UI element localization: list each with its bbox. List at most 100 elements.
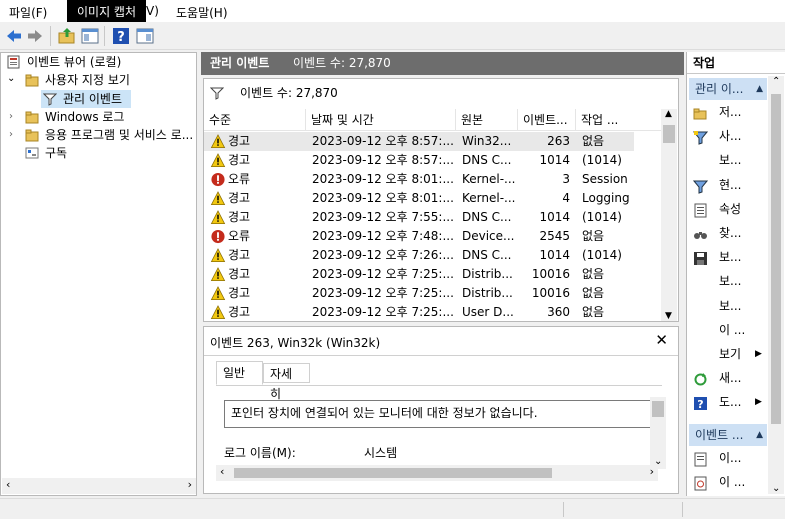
status-bar	[0, 498, 785, 519]
action-item-label: 저...	[719, 105, 742, 119]
event-list-vertical-scrollbar[interactable]: ▲ ▼	[661, 109, 677, 321]
column-headers: 수준 날짜 및 시간 원본 이벤트... 작업 ...	[204, 109, 662, 131]
actions-section-admin-events[interactable]: 관리 이... ▲	[689, 78, 767, 100]
log-name-value: 시스템	[364, 446, 398, 460]
column-header-datetime[interactable]: 날짜 및 시간	[306, 109, 456, 131]
action-item[interactable]: 이 ...	[689, 318, 769, 342]
scroll-thumb[interactable]	[234, 468, 552, 478]
actions-vertical-scrollbar[interactable]: ⌃ ⌄	[768, 76, 784, 494]
table-row[interactable]: 경고 2023-09-12 오후 7:25:... Distrib... 10016 없…	[204, 284, 634, 303]
svg-text:?: ?	[697, 398, 703, 411]
table-row[interactable]: 경고 2023-09-12 오후 8:01:... Kernel-... 4 Loggi…	[204, 189, 634, 208]
chevron-down-icon[interactable]: ⌄	[7, 70, 15, 88]
table-row[interactable]: 오류 2023-09-12 오후 8:01:... Kernel-... 3 Sessi…	[204, 170, 634, 189]
chevron-right-icon[interactable]: ›	[9, 126, 13, 144]
scroll-left-icon[interactable]: ‹	[220, 465, 224, 478]
action-item[interactable]: ? 도... ▶	[689, 390, 769, 414]
scroll-right-icon[interactable]: ›	[650, 465, 654, 478]
menu-file[interactable]: 파일(F)	[9, 4, 47, 21]
actions-section-event[interactable]: 이벤트 ... ▲	[689, 424, 767, 446]
scroll-down-icon[interactable]: ▼	[665, 311, 672, 321]
action-item-label: 보...	[719, 274, 742, 289]
detail-horizontal-scrollbar[interactable]: ‹ ›	[216, 465, 658, 481]
scroll-right-icon[interactable]: ›	[188, 478, 192, 491]
scroll-thumb[interactable]	[771, 94, 781, 424]
submenu-arrow-icon[interactable]: ▶	[755, 342, 762, 366]
show-hide-action-icon[interactable]	[136, 27, 154, 45]
cell-datetime: 2023-09-12 오후 7:25:...	[312, 286, 454, 300]
cell-event-id: 10016	[531, 267, 570, 281]
table-row[interactable]: 경고 2023-09-12 오후 8:57:... Win32... 263 없음	[204, 132, 634, 151]
cell-source: Kernel-...	[462, 172, 516, 186]
action-item[interactable]: 보기 ▶	[689, 342, 769, 366]
table-row[interactable]: 경고 2023-09-12 오후 7:25:... User D... 360 없음	[204, 303, 634, 322]
cell-level: 경고	[228, 210, 251, 224]
action-item[interactable]: 새...	[689, 366, 769, 390]
scroll-thumb[interactable]	[663, 125, 675, 143]
scroll-up-icon[interactable]: ▲	[665, 109, 672, 119]
action-item-label: 사...	[719, 129, 742, 144]
warning-icon	[210, 210, 226, 224]
menu-help[interactable]: 도움말(H)	[176, 4, 228, 21]
tab-general[interactable]: 일반	[216, 361, 263, 385]
action-item[interactable]: 이...	[689, 446, 769, 470]
action-item-label: 새...	[719, 371, 742, 386]
action-item-label: 보...	[719, 250, 742, 265]
cell-datetime: 2023-09-12 오후 7:25:...	[312, 267, 454, 281]
collapse-icon[interactable]: ▲	[756, 78, 763, 100]
tree-item-admin-events[interactable]: 관리 이벤트	[41, 90, 131, 108]
submenu-arrow-icon[interactable]: ▶	[755, 390, 762, 414]
action-item-label: 이...	[719, 451, 742, 465]
close-icon[interactable]: ✕	[655, 331, 668, 349]
scroll-thumb[interactable]	[652, 401, 664, 417]
action-item-label: 찾...	[719, 226, 742, 240]
menu-view[interactable]: V)	[146, 4, 159, 18]
action-item[interactable]: 사...	[689, 124, 769, 148]
table-row[interactable]: 오류 2023-09-12 오후 7:48:... Device... 2545 없음	[204, 227, 634, 246]
cell-event-id: 1014	[539, 210, 570, 224]
svg-text:?: ?	[117, 30, 125, 45]
action-item[interactable]: 보...	[689, 148, 769, 172]
chevron-right-icon[interactable]: ›	[9, 108, 13, 126]
action-item[interactable]: 현...	[689, 173, 769, 197]
properties-icon	[693, 202, 708, 218]
tree-horizontal-scrollbar[interactable]: ‹ ›	[2, 478, 196, 494]
table-row[interactable]: 경고 2023-09-12 오후 7:26:... DNS C... 1014 (101…	[204, 246, 634, 265]
scroll-down-icon[interactable]: ⌄	[772, 483, 780, 494]
column-header-source[interactable]: 원본	[456, 109, 518, 131]
event-properties-icon	[693, 451, 708, 467]
forward-icon[interactable]	[26, 27, 44, 45]
scroll-left-icon[interactable]: ‹	[6, 478, 10, 491]
table-row[interactable]: 경고 2023-09-12 오후 7:25:... Distrib... 10016 없…	[204, 265, 634, 284]
cell-source: DNS C...	[462, 153, 512, 167]
cell-event-id: 2545	[539, 229, 570, 243]
help-icon[interactable]: ?	[112, 27, 130, 45]
action-item[interactable]: 보...	[689, 269, 769, 293]
action-item[interactable]: 찾...	[689, 221, 769, 245]
actions-header: 작업	[687, 52, 785, 74]
scroll-up-icon[interactable]: ⌃	[772, 76, 780, 87]
action-item[interactable]: 속성	[689, 197, 769, 221]
action-item[interactable]: 이 ...	[689, 470, 769, 494]
detail-vertical-scrollbar[interactable]: ⌄	[650, 397, 666, 469]
column-header-level[interactable]: 수준	[204, 109, 306, 131]
cell-source: User D...	[462, 305, 514, 319]
table-row[interactable]: 경고 2023-09-12 오후 8:57:... DNS C... 1014 (101…	[204, 151, 634, 170]
table-row[interactable]: 경고 2023-09-12 오후 7:55:... DNS C... 1014 (101…	[204, 208, 634, 227]
cell-level: 오류	[228, 172, 251, 186]
show-hide-tree-icon[interactable]	[81, 27, 99, 45]
action-item[interactable]: 저...	[689, 100, 769, 124]
action-item[interactable]: 보...	[689, 294, 769, 318]
tab-detail[interactable]: 자세히	[263, 363, 310, 401]
actions-pane: 작업 관리 이... ▲ 저... 사... 보... 현... 속성 찾... 보... 보…	[686, 52, 785, 496]
cell-level: 경고	[228, 153, 251, 167]
action-item[interactable]: 보...	[689, 245, 769, 269]
open-folder-icon	[693, 105, 708, 120]
warning-icon	[210, 134, 226, 148]
collapse-icon[interactable]: ▲	[756, 424, 763, 446]
up-folder-icon[interactable]	[58, 27, 76, 45]
column-header-event-id[interactable]: 이벤트...	[518, 109, 576, 131]
action-item-label: 이 ...	[719, 322, 746, 337]
back-icon[interactable]	[5, 27, 23, 45]
column-header-task[interactable]: 작업 ...	[576, 109, 662, 131]
